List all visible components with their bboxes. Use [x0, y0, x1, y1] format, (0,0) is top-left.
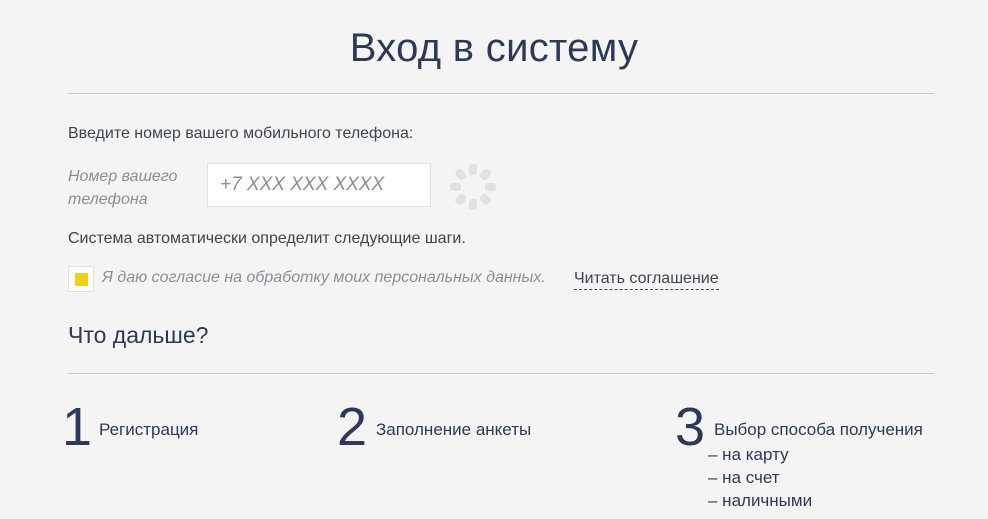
what-next-heading: Что дальше?: [68, 322, 209, 348]
checkbox-checked-icon: [75, 273, 88, 286]
consent-checkbox[interactable]: [68, 266, 94, 292]
header-divider: [68, 93, 934, 94]
consent-label: Я даю согласие на обработку моих персона…: [102, 269, 546, 286]
phone-prompt: Введите номер вашего мобильного телефона…: [68, 125, 414, 142]
step-number: 2: [337, 397, 368, 457]
receiving-options-list: – на карту – на счет – наличными: [708, 443, 812, 512]
step-label: Регистрация: [99, 420, 199, 439]
step-number: 3: [675, 397, 706, 457]
option-card: – на карту: [708, 445, 789, 464]
page-title: Вход в систему: [349, 26, 639, 70]
option-cash: – наличными: [708, 491, 813, 510]
loading-spinner-icon: [448, 163, 498, 211]
phone-input[interactable]: [207, 163, 431, 207]
step-number: 1: [62, 397, 93, 457]
section-divider: [68, 373, 934, 374]
option-account: – на счет: [708, 468, 780, 487]
auto-detect-text: Система автоматически определит следующи…: [68, 230, 466, 247]
read-agreement-link[interactable]: Читать соглашение: [574, 269, 719, 290]
step-label: Выбор способа получения: [714, 420, 923, 439]
phone-field-label: Номер вашего телефона: [68, 168, 178, 208]
step-label: Заполнение анкеты: [376, 420, 532, 439]
